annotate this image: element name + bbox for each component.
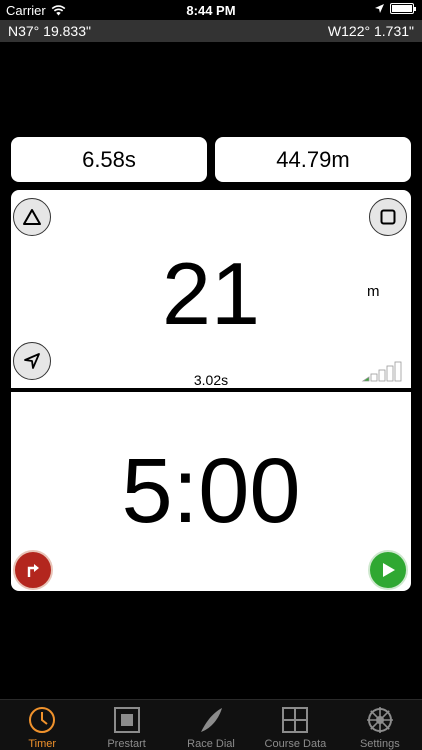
sail-icon: [201, 708, 223, 732]
tab-label: Settings: [359, 738, 400, 750]
tab-race-dial[interactable]: Race Dial: [169, 700, 253, 750]
distance-stat-box[interactable]: 44.79m: [215, 137, 411, 182]
clock-time: 8:44 PM: [186, 3, 236, 18]
tab-bar: Timer Prestart Race Dial Course Data Set…: [0, 699, 422, 750]
triangle-icon: [23, 209, 41, 225]
time-to-line-label: 3.02s: [193, 372, 229, 388]
tab-prestart[interactable]: Prestart: [84, 700, 168, 750]
latitude-label: N37° 19.833": [8, 23, 91, 39]
square-icon: [113, 707, 140, 733]
time-stat-box[interactable]: 6.58s: [11, 137, 207, 182]
status-bar: Carrier 8:44 PM: [0, 0, 422, 20]
navigation-arrow-icon: [24, 353, 40, 369]
gps-coordinates-bar: N37° 19.833" W122° 1.731": [0, 20, 422, 42]
stop-icon: [380, 209, 396, 225]
tab-course-data[interactable]: Course Data: [253, 700, 337, 750]
tab-label: Race Dial: [187, 738, 235, 750]
ping-mark-button[interactable]: [13, 198, 51, 236]
tab-settings[interactable]: Settings: [338, 700, 422, 750]
timer-panel: 5:00: [11, 392, 411, 591]
start-timer-button[interactable]: [368, 550, 408, 590]
tab-label: Course Data: [264, 738, 327, 750]
distance-unit: m: [367, 283, 380, 300]
longitude-label: W122° 1.731": [327, 23, 414, 39]
helm-wheel-icon: [366, 707, 393, 733]
clock-icon: [29, 707, 56, 733]
play-icon: [383, 563, 395, 577]
grid-icon: [282, 707, 309, 733]
distance-value: 21: [162, 244, 260, 343]
turn-right-icon: [27, 564, 39, 577]
tab-label: Prestart: [107, 738, 146, 750]
distance-stat-value: 44.79m: [276, 146, 350, 172]
signal-strength-icon: [361, 361, 402, 382]
tab-timer[interactable]: Timer: [0, 700, 84, 750]
countdown-display: 5:00: [121, 440, 301, 542]
time-stat-value: 6.58s: [82, 146, 136, 172]
tab-label: Timer: [28, 738, 57, 750]
stop-button[interactable]: [369, 198, 407, 236]
battery-icon: [390, 3, 416, 14]
turn-button[interactable]: [13, 550, 53, 590]
location-arrow-icon: [375, 4, 384, 13]
distance-panel: 21 m 3.02s: [11, 190, 411, 388]
